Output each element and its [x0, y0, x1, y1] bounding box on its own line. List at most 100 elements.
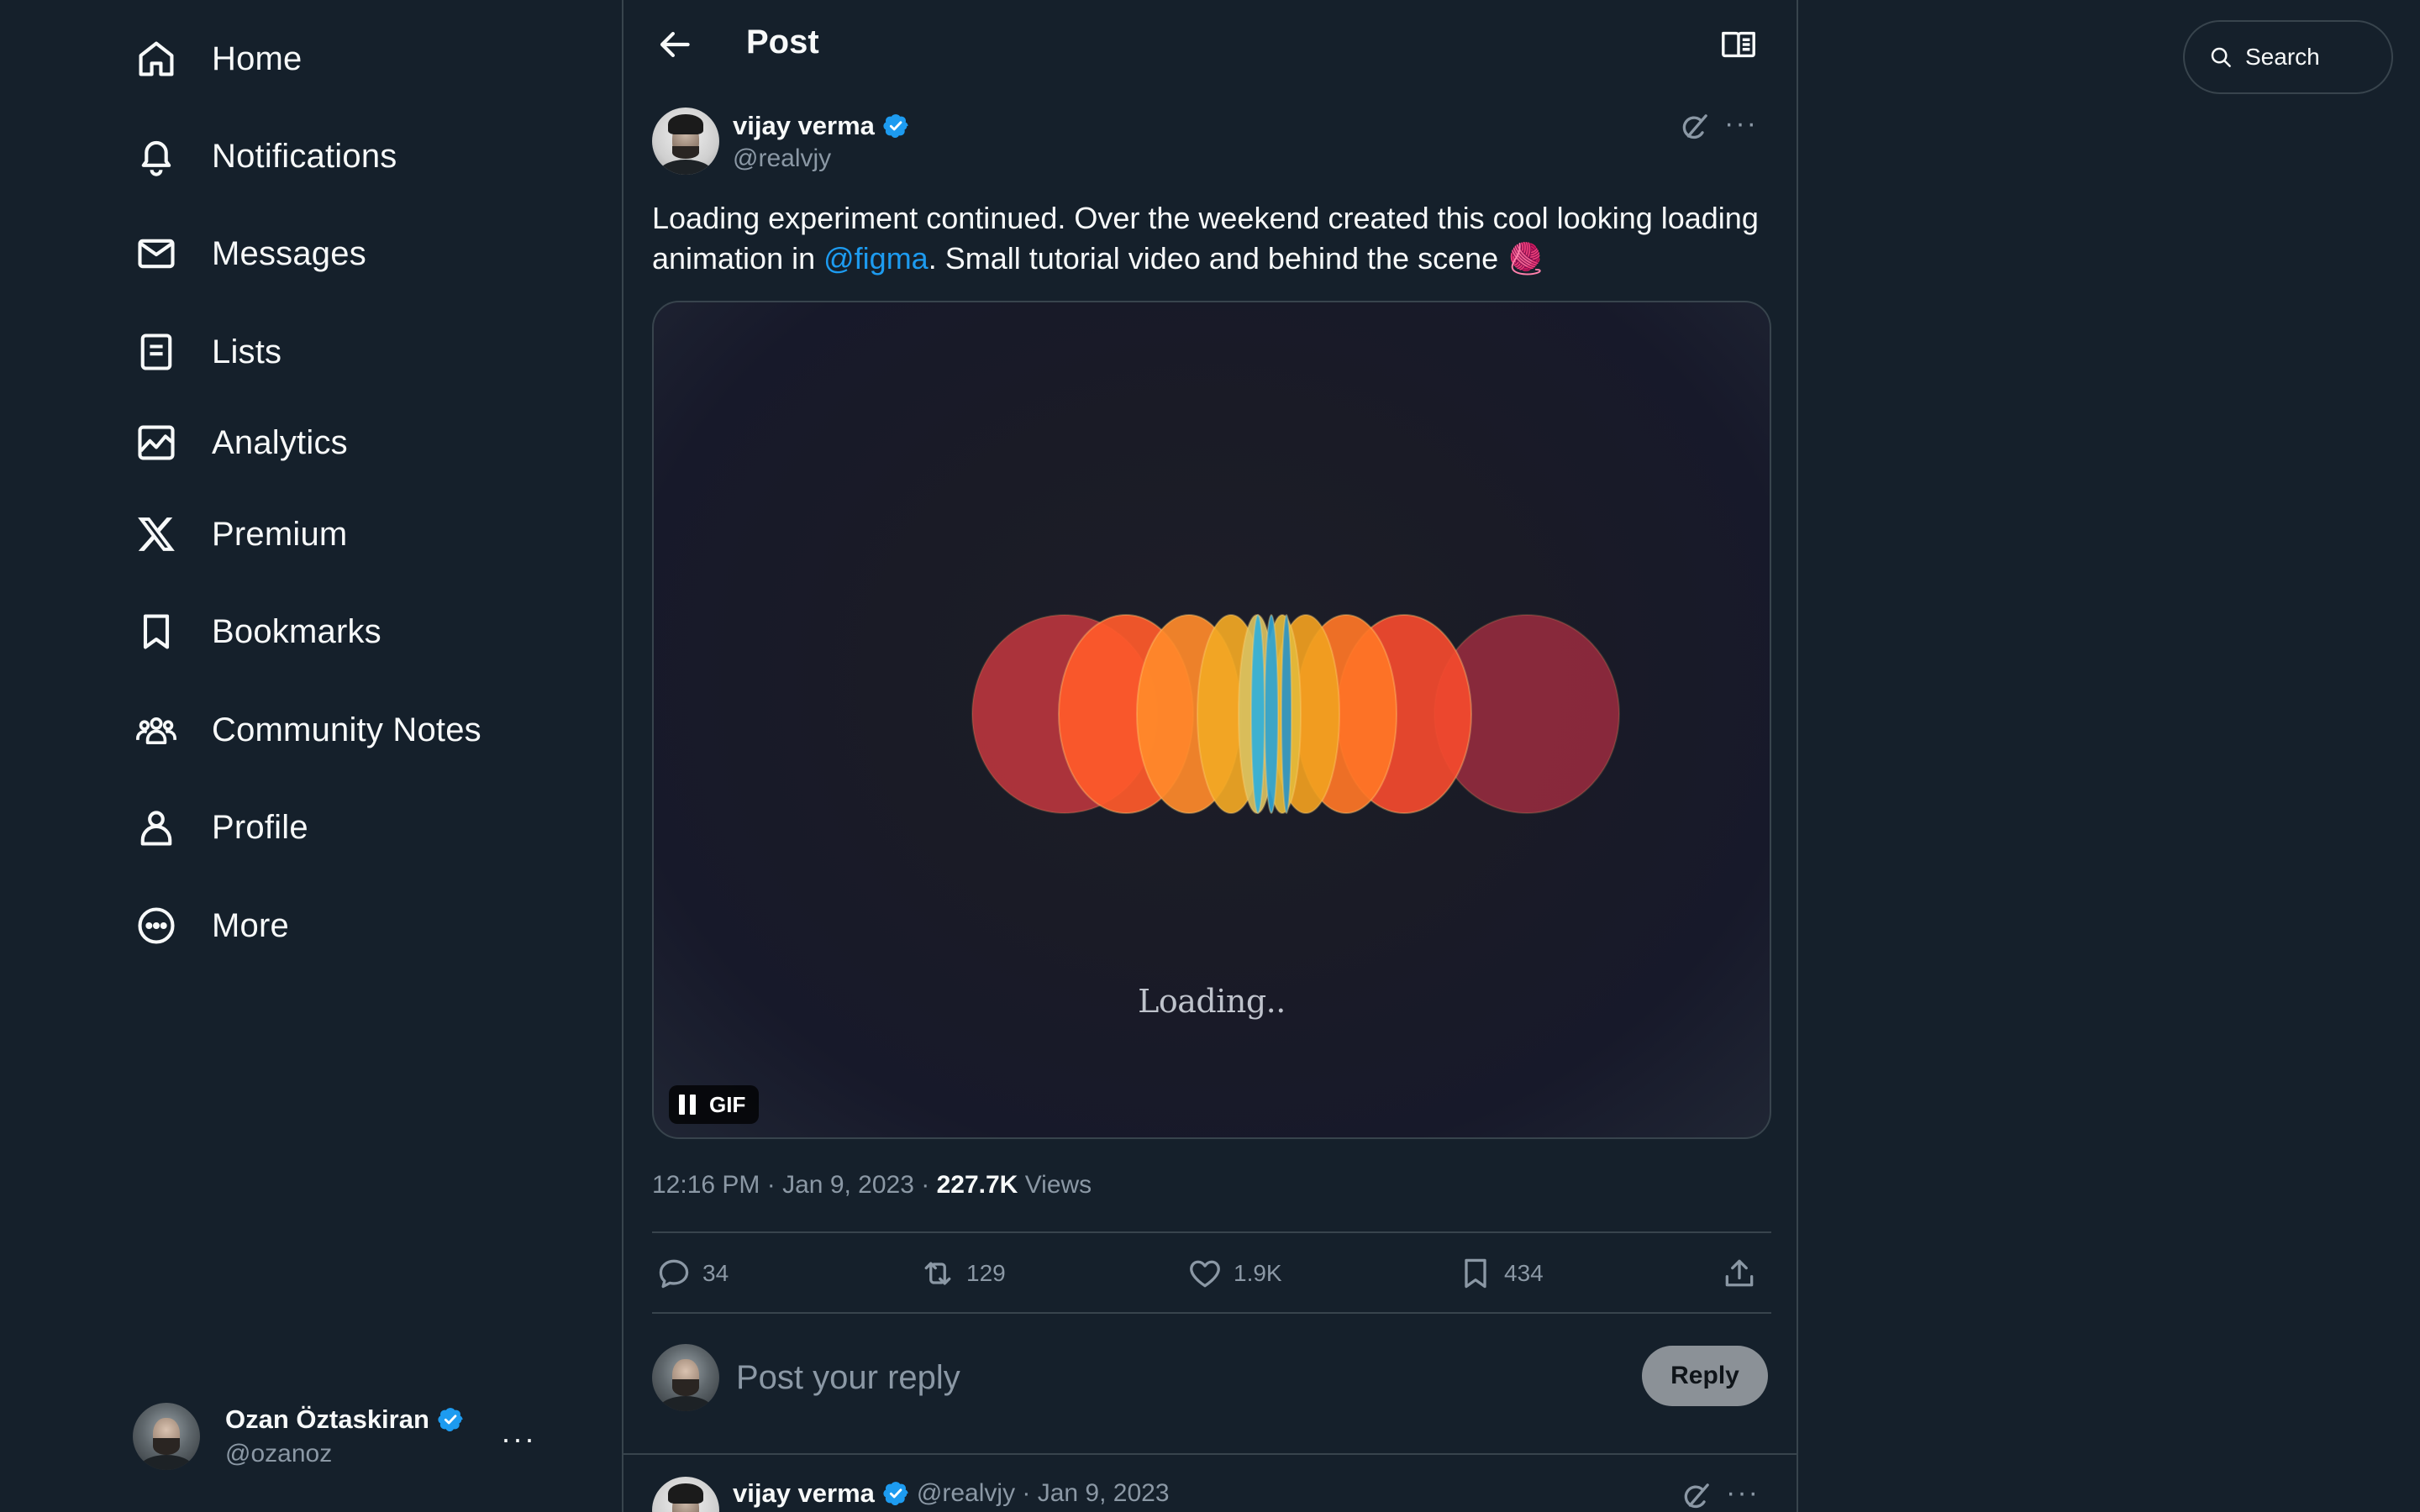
reader-mode-icon[interactable]	[1719, 25, 1758, 64]
search-icon	[2211, 47, 2231, 67]
tweet-time[interactable]: 12:16 PM	[652, 1171, 760, 1199]
tweet-text-part: . Small tutorial video and behind the sc…	[928, 241, 1507, 276]
divider	[652, 1231, 1771, 1233]
repost-count: 129	[966, 1260, 1006, 1286]
page-title: Post	[746, 24, 819, 60]
author-name[interactable]: vijay verma	[733, 111, 910, 141]
nav-item-home[interactable]: Home	[133, 25, 302, 92]
divider	[652, 1312, 1771, 1314]
grok-icon[interactable]	[1677, 111, 1711, 144]
share-action[interactable]	[1721, 1253, 1758, 1294]
nav-label: Messages	[212, 234, 366, 272]
gif-label: GIF	[709, 1091, 746, 1117]
like-action[interactable]: 1.9K	[1186, 1253, 1282, 1294]
search-box[interactable]	[2183, 20, 2393, 94]
verified-badge-icon	[438, 1408, 463, 1432]
loader-disc-group	[971, 614, 1620, 814]
tweet-more-button[interactable]: ···	[1724, 108, 1758, 140]
tweet-meta: 12:16 PM · Jan 9, 2023 · 227.7K Views	[652, 1171, 1092, 1200]
envelope-icon	[133, 230, 180, 277]
home-icon	[133, 35, 180, 82]
loader-disc	[1250, 614, 1265, 814]
main-column: Post vijay verma @realvjy ··· Loading ex…	[622, 0, 1798, 1512]
community-icon	[133, 706, 180, 753]
nav-item-more[interactable]: More	[133, 892, 289, 959]
heart-icon	[1190, 1260, 1220, 1288]
reply-more-button[interactable]: ···	[1726, 1477, 1760, 1509]
nav-label: Premium	[212, 515, 348, 553]
search-input[interactable]	[2245, 44, 2380, 71]
tweet-header: vijay verma @realvjy ···	[652, 108, 1770, 176]
person-icon	[133, 804, 180, 851]
nav-label: More	[212, 906, 289, 944]
reply-count: 34	[702, 1260, 729, 1286]
reply-button[interactable]: Reply	[1642, 1346, 1768, 1406]
nav-item-profile[interactable]: Profile	[133, 794, 308, 861]
nav-label: Profile	[212, 808, 308, 846]
reply-tweet-header: vijay verma @realvjy · Jan 9, 2023	[733, 1478, 1170, 1509]
author-avatar[interactable]	[652, 108, 719, 175]
account-switcher[interactable]: Ozan Öztaskiran @ozanoz ···	[133, 1396, 536, 1477]
repost-action[interactable]: 129	[919, 1253, 1006, 1294]
nav-label: Notifications	[212, 137, 397, 175]
reply-input[interactable]	[736, 1354, 1492, 1401]
tweet-media-gif[interactable]: Loading.. GIF	[652, 301, 1771, 1139]
back-arrow-icon[interactable]	[654, 24, 696, 66]
pause-icon	[679, 1095, 696, 1115]
yarn-emoji: 🧶	[1507, 241, 1544, 276]
reply-composer: Reply	[652, 1336, 1771, 1420]
bookmark-icon	[1465, 1258, 1486, 1289]
grok-icon[interactable]	[1679, 1480, 1712, 1512]
tweet-text: Loading experiment continued. Over the w…	[652, 198, 1770, 279]
like-count: 1.9K	[1234, 1260, 1282, 1286]
mention-link[interactable]: @figma	[823, 241, 929, 276]
nav-label: Home	[212, 39, 302, 77]
nav-label: Community Notes	[212, 711, 481, 748]
nav-item-premium[interactable]: Premium	[133, 501, 347, 568]
bookmark-icon	[133, 608, 180, 655]
verified-badge-icon	[883, 114, 908, 139]
nav-label: Analytics	[212, 423, 348, 461]
reply-author-meta: @realvjy · Jan 9, 2023	[916, 1479, 1170, 1507]
x-logo-icon	[133, 511, 180, 558]
nav-item-analytics[interactable]: Analytics	[133, 409, 348, 476]
views-label: Views	[1024, 1171, 1092, 1199]
gif-caption: Loading..	[1138, 983, 1286, 1020]
nav-item-bookmarks[interactable]: Bookmarks	[133, 598, 381, 665]
share-icon	[1725, 1259, 1754, 1287]
gif-pause-button[interactable]: GIF	[669, 1085, 760, 1124]
post-header: Post	[623, 0, 1797, 89]
account-info: Ozan Öztaskiran @ozanoz	[225, 1404, 465, 1468]
account-handle: @ozanoz	[225, 1440, 333, 1467]
nav-item-community-notes[interactable]: Community Notes	[133, 696, 481, 764]
reply-tweet[interactable]: vijay verma @realvjy · Jan 9, 2023 ···	[652, 1477, 1771, 1512]
account-name-text: Ozan Öztaskiran	[225, 1404, 429, 1434]
nav-item-notifications[interactable]: Notifications	[133, 123, 397, 190]
list-icon	[133, 328, 180, 375]
loader-disc	[1281, 614, 1292, 814]
bookmark-action[interactable]: 434	[1457, 1253, 1544, 1294]
reply-author-name[interactable]: vijay verma	[733, 1478, 875, 1509]
analytics-icon	[133, 419, 180, 466]
nav-item-lists[interactable]: Lists	[133, 318, 281, 386]
nav-label: Bookmarks	[212, 612, 381, 650]
author-avatar[interactable]	[652, 1477, 719, 1512]
reply-action[interactable]: 34	[655, 1253, 729, 1294]
separator: ·	[766, 1171, 776, 1199]
nav-label: Lists	[212, 333, 282, 370]
bookmark-count: 434	[1504, 1260, 1544, 1286]
author-name-text: vijay verma	[733, 111, 875, 140]
divider	[623, 1453, 1797, 1455]
reply-icon	[659, 1259, 689, 1289]
account-more-button[interactable]: ···	[501, 1421, 536, 1457]
avatar	[652, 1344, 719, 1411]
bell-icon	[133, 133, 180, 180]
loader-disc	[1264, 614, 1279, 814]
tweet-date[interactable]: Jan 9, 2023	[782, 1171, 914, 1199]
more-circle-icon	[133, 902, 180, 949]
separator: ·	[921, 1171, 930, 1199]
author-handle[interactable]: @realvjy	[733, 144, 831, 173]
app-root: Home Notifications Messages Lists Analyt…	[0, 0, 2420, 1512]
nav-item-messages[interactable]: Messages	[133, 220, 366, 287]
account-name: Ozan Öztaskiran	[225, 1404, 465, 1435]
